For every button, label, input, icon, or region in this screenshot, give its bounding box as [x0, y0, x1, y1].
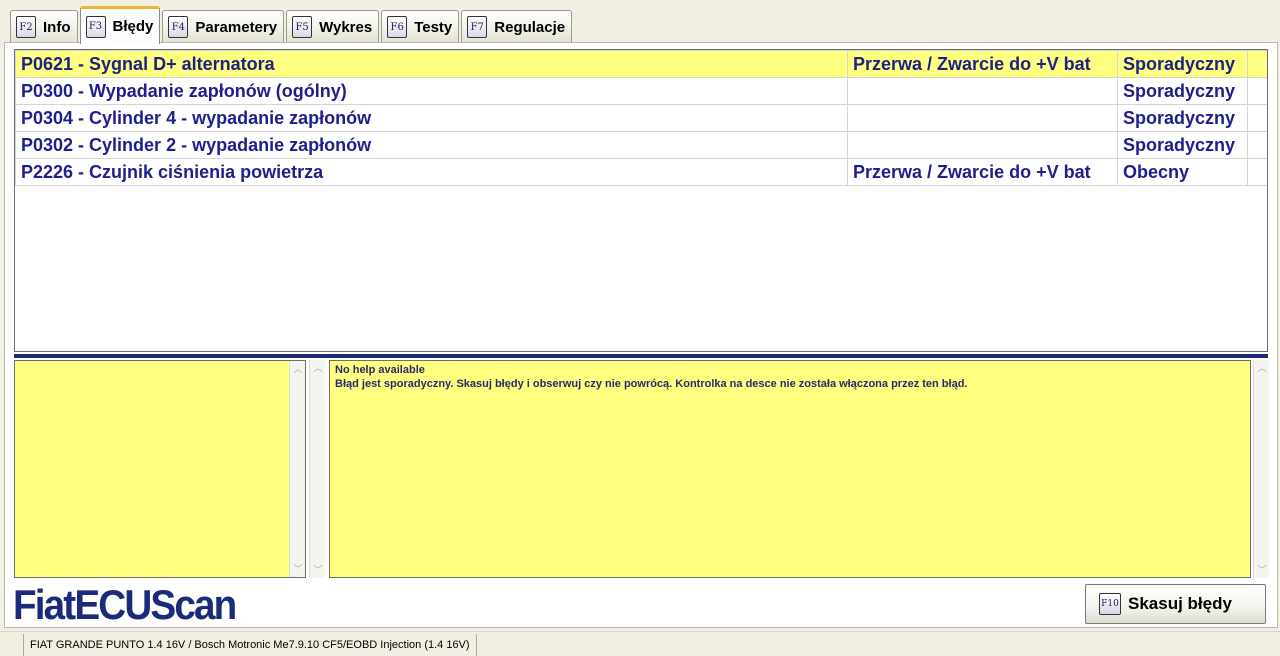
f2-key-icon: F2	[16, 16, 36, 38]
f3-key-icon: F3	[85, 15, 106, 38]
error-fault-type: Przerwa / Zwarcie do +V bat	[847, 158, 1118, 186]
tab-bar: F2 Info F3 Błędy F4 Parametery F5 Wykres…	[10, 5, 574, 44]
tab-adjustments[interactable]: F7 Regulacje	[461, 10, 573, 43]
f6-key-icon: F6	[387, 16, 408, 38]
tab-chart[interactable]: F5 Wykres	[286, 10, 380, 43]
error-fault-type: Przerwa / Zwarcie do +V bat	[847, 50, 1118, 78]
error-row[interactable]: P0621 - Sygnal D+ alternatora Przerwa / …	[15, 50, 1267, 78]
vehicle-info: FIAT GRANDE PUNTO 1.4 16V / Bosch Motron…	[23, 634, 477, 656]
error-code: P0621 - Sygnal D+ alternatora	[15, 50, 848, 78]
tab-parameters[interactable]: F4 Parametery	[162, 10, 285, 43]
tab-label: Info	[43, 18, 71, 36]
error-row[interactable]: P0302 - Cylinder 2 - wypadanie zapłonów …	[15, 131, 1267, 159]
error-extra-cell	[1247, 158, 1267, 186]
middle-scrollbar[interactable]: ︿ ﹀	[309, 360, 325, 578]
error-extra-cell	[1247, 104, 1267, 132]
error-fault-type	[847, 131, 1118, 159]
scroll-down-icon[interactable]: ﹀	[310, 562, 326, 578]
tab-info[interactable]: F2 Info	[10, 10, 78, 43]
error-code: P0300 - Wypadanie zapłonów (ogólny)	[15, 77, 848, 105]
tab-errors[interactable]: F3 Błędy	[79, 6, 161, 44]
tab-label: Regulacje	[494, 18, 566, 36]
left-scrollbar[interactable]: ︿ ﹀	[289, 361, 305, 577]
error-list[interactable]: P0621 - Sygnal D+ alternatora Przerwa / …	[14, 49, 1268, 352]
error-status: Sporadyczny	[1117, 131, 1248, 159]
errors-panel: P0621 - Sygnal D+ alternatora Przerwa / …	[4, 42, 1278, 628]
error-row[interactable]: P0300 - Wypadanie zapłonów (ogólny) Spor…	[15, 77, 1267, 105]
tab-tests[interactable]: F6 Testy	[381, 10, 460, 43]
scroll-up-icon[interactable]: ︿	[310, 360, 326, 376]
error-fault-type	[847, 104, 1118, 132]
tab-label: Testy	[414, 18, 453, 36]
error-code: P2226 - Czujnik ciśnienia powietrza	[15, 158, 848, 186]
f5-key-icon: F5	[292, 16, 313, 38]
tab-label: Błędy	[112, 18, 154, 35]
help-description: Błąd jest sporadyczny. Skasuj błędy i ob…	[335, 378, 968, 390]
error-row[interactable]: P2226 - Czujnik ciśnienia powietrza Prze…	[15, 158, 1267, 186]
clear-errors-label: Skasuj błędy	[1128, 594, 1232, 613]
error-row[interactable]: P0304 - Cylinder 4 - wypadanie zapłonów …	[15, 104, 1267, 132]
help-text-box[interactable]: No help available Błąd jest sporadyczny.…	[329, 360, 1251, 578]
scroll-up-icon[interactable]: ︿	[1254, 360, 1270, 376]
error-status: Obecny	[1117, 158, 1248, 186]
section-divider[interactable]	[14, 354, 1268, 358]
error-extra-cell	[1247, 77, 1267, 105]
freeze-frame-box[interactable]: ︿ ﹀	[14, 360, 306, 578]
scroll-down-icon[interactable]: ﹀	[290, 561, 306, 577]
error-extra-cell	[1247, 131, 1267, 159]
error-table: P0621 - Sygnal D+ alternatora Przerwa / …	[15, 50, 1267, 186]
f7-key-icon: F7	[467, 16, 488, 38]
status-bar: FIAT GRANDE PUNTO 1.4 16V / Bosch Motron…	[0, 631, 1280, 656]
error-code: P0302 - Cylinder 2 - wypadanie zapłonów	[15, 131, 848, 159]
error-extra-cell	[1247, 50, 1267, 78]
help-scrollbar[interactable]: ︿ ﹀	[1253, 360, 1269, 578]
tab-label: Parametery	[195, 18, 278, 36]
scroll-down-icon[interactable]: ﹀	[1254, 562, 1270, 578]
help-title: No help available	[335, 364, 425, 376]
error-status: Sporadyczny	[1117, 77, 1248, 105]
error-status: Sporadyczny	[1117, 104, 1248, 132]
error-code: P0304 - Cylinder 4 - wypadanie zapłonów	[15, 104, 848, 132]
clear-errors-button[interactable]: F10 Skasuj błędy	[1085, 584, 1266, 624]
tab-label: Wykres	[319, 18, 373, 36]
error-fault-type	[847, 77, 1118, 105]
f10-key-icon: F10	[1099, 593, 1121, 615]
app-logo: FiatECUScan	[13, 581, 237, 628]
scroll-up-icon[interactable]: ︿	[290, 361, 306, 377]
error-status: Sporadyczny	[1117, 50, 1248, 78]
f4-key-icon: F4	[168, 16, 189, 38]
